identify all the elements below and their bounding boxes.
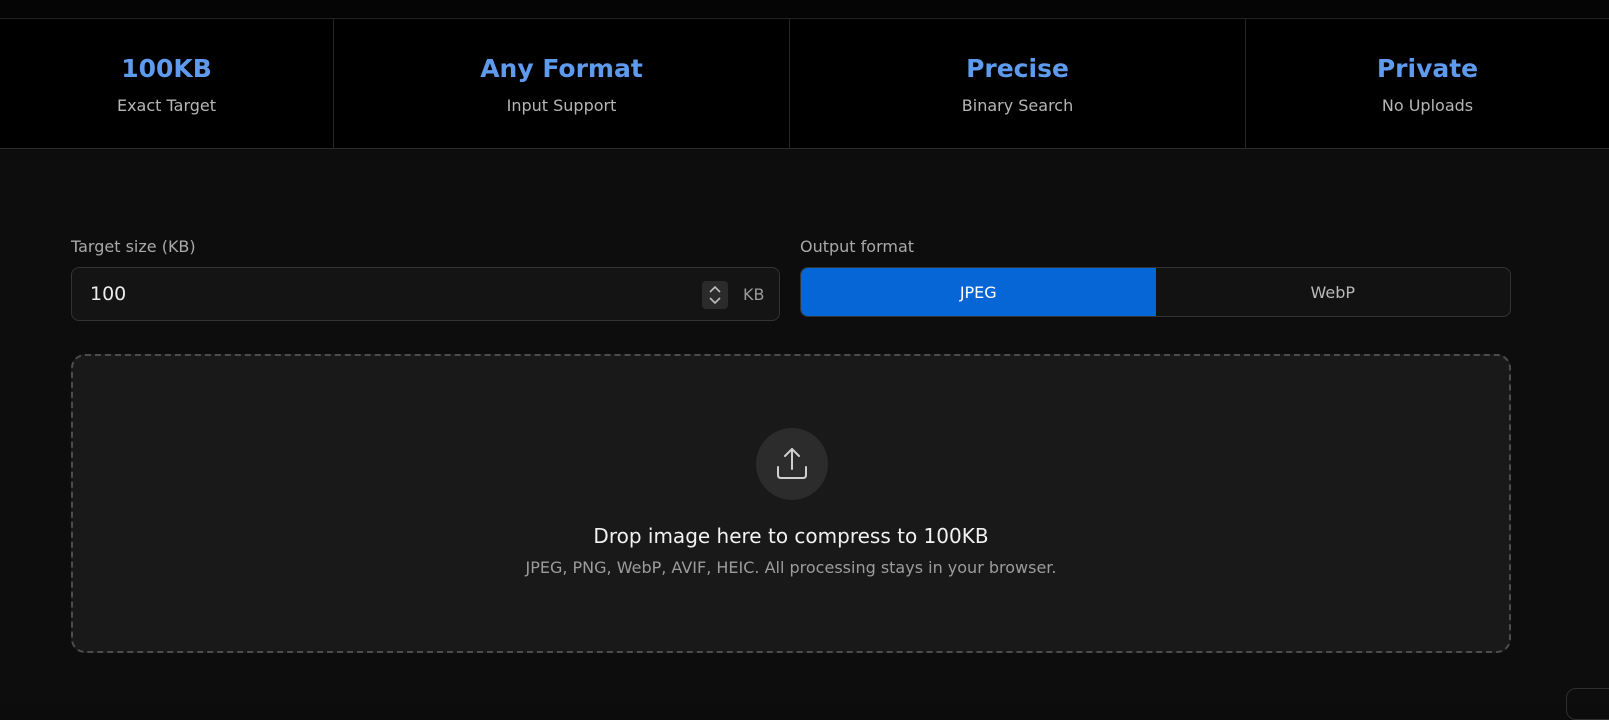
target-size-input[interactable]: 100 KB xyxy=(71,267,780,321)
output-format-toggle: JPEG WebP xyxy=(800,267,1511,317)
stat-value: Precise xyxy=(966,54,1069,83)
stat-value: Any Format xyxy=(480,54,643,83)
stat-value: Private xyxy=(1376,54,1479,83)
number-stepper[interactable] xyxy=(702,281,728,309)
dropzone-title: Drop image here to compress to 100KB xyxy=(593,524,989,548)
output-format-label: Output format xyxy=(800,237,915,256)
stat-label: Binary Search xyxy=(961,96,1074,115)
target-size-value[interactable]: 100 xyxy=(90,283,126,305)
image-dropzone[interactable]: Drop image here to compress to 100KB JPE… xyxy=(71,354,1511,653)
upload-icon xyxy=(756,428,828,500)
stat-label: Input Support xyxy=(506,96,617,115)
top-strip xyxy=(0,0,1609,19)
stats-bar: 100KB Exact Target Any Format Input Supp… xyxy=(0,19,1609,149)
stepper-chevrons-icon xyxy=(709,285,721,305)
dropzone-subtitle: JPEG, PNG, WebP, AVIF, HEIC. All process… xyxy=(525,558,1057,577)
target-size-unit: KB xyxy=(743,285,765,304)
stat-input-support: Any Format Input Support xyxy=(334,19,790,148)
stat-value: 100KB xyxy=(121,54,212,83)
stat-label: Exact Target xyxy=(116,96,217,115)
stat-no-uploads: Private No Uploads xyxy=(1246,19,1609,148)
format-option-webp[interactable]: WebP xyxy=(1156,268,1511,316)
corner-widget[interactable] xyxy=(1566,688,1609,720)
stat-label: No Uploads xyxy=(1381,96,1474,115)
format-option-jpeg[interactable]: JPEG xyxy=(801,268,1156,316)
stat-exact-target: 100KB Exact Target xyxy=(0,19,334,148)
target-size-label: Target size (KB) xyxy=(71,237,196,256)
stat-binary-search: Precise Binary Search xyxy=(790,19,1246,148)
